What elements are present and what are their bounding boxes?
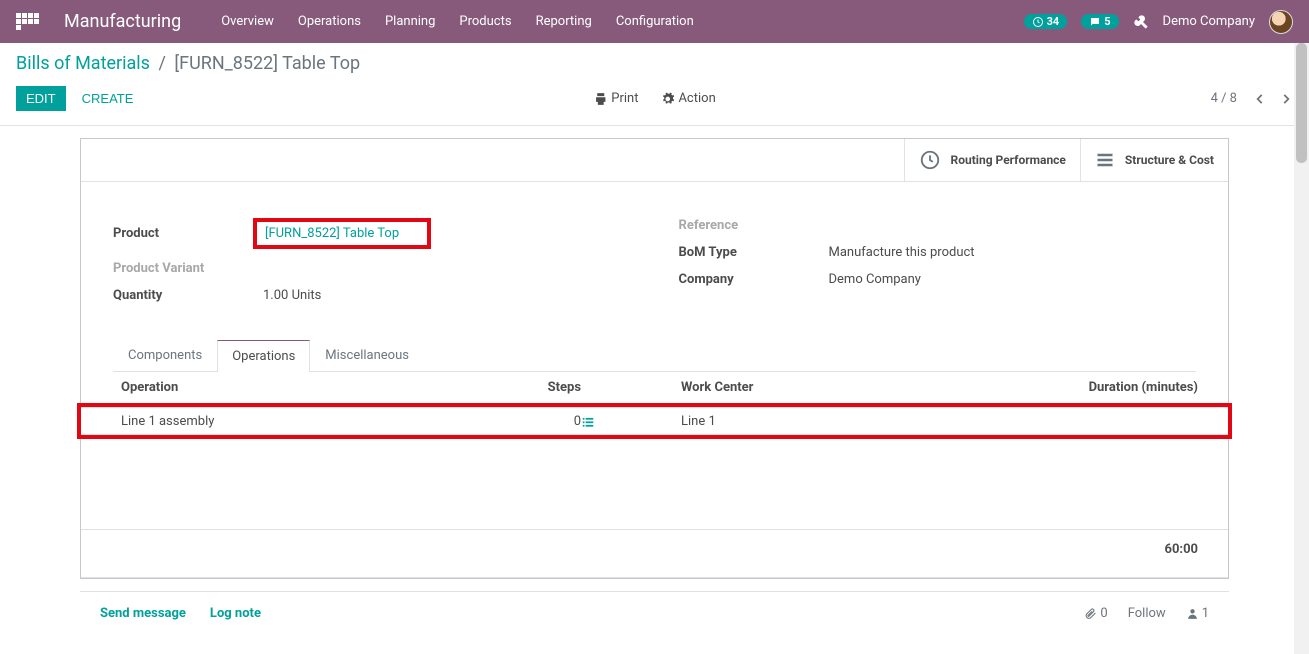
actions-row: EDIT CREATE Print Action 4 / 8 <box>16 80 1293 125</box>
tools-icon[interactable] <box>1133 14 1149 30</box>
value-bomtype: Manufacture this product <box>829 245 975 260</box>
tabs-wrap: Components Operations Miscellaneous <box>81 339 1228 372</box>
action-label: Action <box>678 91 715 106</box>
tab-operations[interactable]: Operations <box>217 340 310 372</box>
ops-footer: 60:00 <box>81 529 1228 577</box>
center-actions: Print Action <box>593 91 716 106</box>
create-button[interactable]: CREATE <box>72 86 144 111</box>
label-quantity: Quantity <box>113 288 263 303</box>
user-avatar[interactable] <box>1269 10 1293 34</box>
form-col-right: Reference BoM Type Manufacture this prod… <box>679 218 1197 315</box>
ops-total: 60:00 <box>981 542 1208 557</box>
clock-badge-count: 34 <box>1047 15 1060 28</box>
navbar: Manufacturing Overview Operations Planni… <box>0 0 1309 43</box>
nav-operations[interactable]: Operations <box>298 14 361 29</box>
print-icon <box>593 92 607 106</box>
bars-icon <box>1095 150 1115 170</box>
value-quantity: 1.00 Units <box>263 288 321 303</box>
cell-steps-icon[interactable] <box>581 414 621 429</box>
tab-components[interactable]: Components <box>113 339 217 371</box>
send-message-button[interactable]: Send message <box>100 606 186 621</box>
tab-misc[interactable]: Miscellaneous <box>310 339 424 371</box>
attachments-count: 0 <box>1100 606 1107 621</box>
followers-count: 1 <box>1202 606 1209 621</box>
chatter: Send message Log note 0 Follow 1 <box>80 591 1229 635</box>
user-icon <box>1186 607 1199 620</box>
cell-steps: 0 <box>501 414 581 429</box>
header-operation: Operation <box>121 380 501 395</box>
nav-overview[interactable]: Overview <box>221 14 274 29</box>
company-name[interactable]: Demo Company <box>1163 14 1255 29</box>
paperclip-icon <box>1084 607 1097 620</box>
value-company: Demo Company <box>829 272 921 287</box>
quantity-number: 1.00 <box>263 288 288 303</box>
breadcrumb-root[interactable]: Bills of Materials <box>16 53 150 74</box>
pager: 4 / 8 <box>1211 91 1293 106</box>
nav-reporting[interactable]: Reporting <box>536 14 592 29</box>
stat-structure-label: Structure & Cost <box>1125 153 1214 167</box>
ops-blank <box>81 434 1228 529</box>
operations-table: Operation Steps Work Center Duration (mi… <box>81 372 1228 578</box>
breadcrumb: Bills of Materials / [FURN_8522] Table T… <box>16 47 1293 80</box>
stat-structure[interactable]: Structure & Cost <box>1080 139 1228 181</box>
form-body: Product [FURN_8522] Table Top Product Va… <box>81 182 1228 315</box>
clock-icon <box>1032 16 1044 28</box>
cell-operation: Line 1 assembly <box>121 414 501 429</box>
attachments-button[interactable]: 0 <box>1084 606 1107 621</box>
header-workcenter: Work Center <box>621 380 981 395</box>
ops-row[interactable]: Line 1 assembly 0 Line 1 <box>81 407 1228 435</box>
stat-routing-label: Routing Performance <box>951 153 1066 167</box>
nav-right: 34 5 Demo Company <box>1024 10 1293 34</box>
print-label: Print <box>611 91 638 106</box>
breadcrumb-sep: / <box>158 53 165 74</box>
tabs: Components Operations Miscellaneous <box>113 339 1196 372</box>
chat-icon <box>1089 16 1101 28</box>
pager-next-icon[interactable] <box>1279 92 1293 106</box>
header-steps: Steps <box>501 380 581 395</box>
highlight-product: [FURN_8522] Table Top <box>253 218 431 249</box>
breadcrumb-current: [FURN_8522] Table Top <box>174 53 360 74</box>
pager-nav <box>1253 92 1293 106</box>
brand-title[interactable]: Manufacturing <box>64 11 181 32</box>
label-reference: Reference <box>679 218 829 233</box>
quantity-unit: Units <box>292 288 322 303</box>
product-link[interactable]: [FURN_8522] Table Top <box>265 226 399 241</box>
stat-buttons: Routing Performance Structure & Cost <box>81 139 1228 182</box>
label-product: Product <box>113 226 263 241</box>
chat-badge-count: 5 <box>1104 15 1110 28</box>
cell-workcenter: Line 1 <box>621 414 981 429</box>
label-variant: Product Variant <box>113 261 263 276</box>
followers-button[interactable]: 1 <box>1186 606 1209 621</box>
edit-button[interactable]: EDIT <box>16 86 66 111</box>
pager-text: 4 / 8 <box>1211 91 1237 106</box>
nav-menu: Overview Operations Planning Products Re… <box>221 14 694 29</box>
chat-badge[interactable]: 5 <box>1081 14 1118 29</box>
chatter-left: Send message Log note <box>100 606 261 621</box>
action-button[interactable]: Action <box>660 91 715 106</box>
nav-configuration[interactable]: Configuration <box>616 14 694 29</box>
follow-button[interactable]: Follow <box>1128 606 1166 621</box>
form-sheet: Routing Performance Structure & Cost Pro… <box>80 138 1229 579</box>
scrollbar-thumb[interactable] <box>1296 43 1307 163</box>
gear-icon <box>660 92 674 106</box>
label-company: Company <box>679 272 829 287</box>
ops-header-row: Operation Steps Work Center Duration (mi… <box>81 372 1228 403</box>
label-bomtype: BoM Type <box>679 245 829 260</box>
main-wrap: Routing Performance Structure & Cost Pro… <box>0 126 1309 635</box>
chatter-right: 0 Follow 1 <box>1084 606 1209 621</box>
clock-badge[interactable]: 34 <box>1024 14 1068 29</box>
scrollbar[interactable] <box>1294 43 1309 654</box>
nav-planning[interactable]: Planning <box>385 14 435 29</box>
control-bar: Bills of Materials / [FURN_8522] Table T… <box>0 43 1309 125</box>
nav-products[interactable]: Products <box>459 14 511 29</box>
pager-prev-icon[interactable] <box>1253 92 1267 106</box>
clock-icon <box>919 149 941 171</box>
apps-icon[interactable] <box>16 13 40 30</box>
list-icon <box>581 415 595 429</box>
header-duration: Duration (minutes) <box>981 380 1208 395</box>
stat-routing[interactable]: Routing Performance <box>904 139 1080 181</box>
form-col-left: Product [FURN_8522] Table Top Product Va… <box>113 218 631 315</box>
log-note-button[interactable]: Log note <box>210 606 261 621</box>
print-button[interactable]: Print <box>593 91 638 106</box>
